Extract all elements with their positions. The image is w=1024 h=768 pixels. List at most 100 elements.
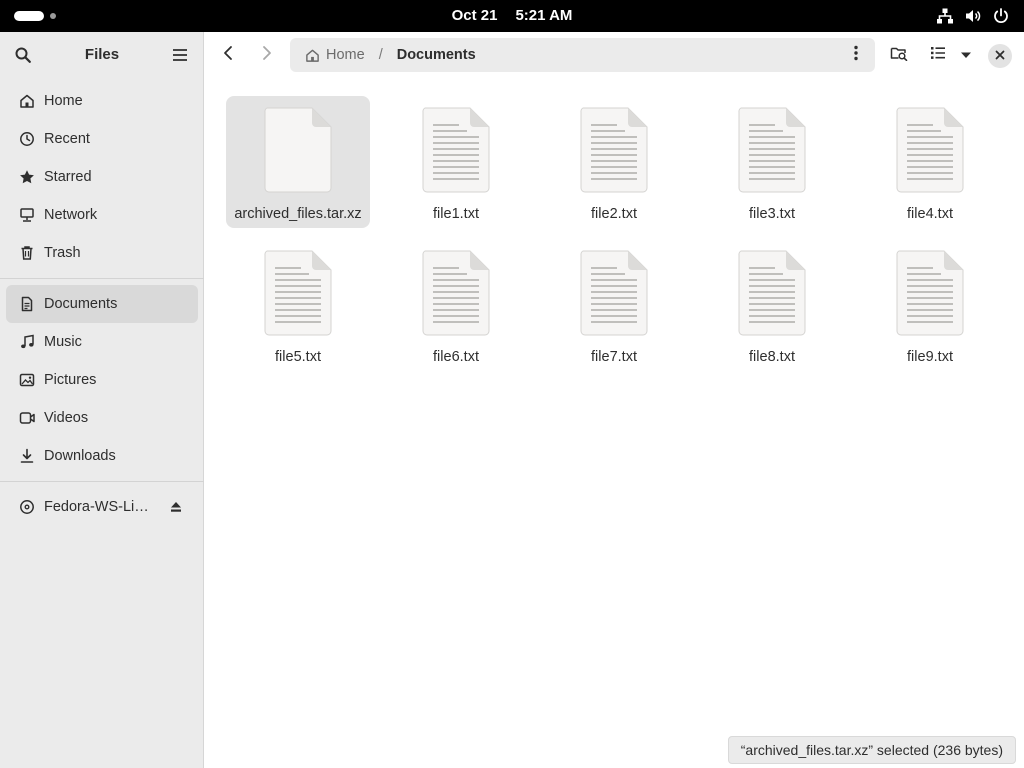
hamburger-menu-icon[interactable]	[169, 44, 191, 66]
selection-status: “archived_files.tar.xz” selected (236 by…	[727, 736, 1016, 764]
app-title: Files	[84, 46, 120, 63]
file-name: file4.txt	[907, 206, 953, 222]
sidebar-item-label: Recent	[44, 131, 90, 147]
file-grid: archived_files.tar.xz file1.txt file2.tx…	[226, 96, 1002, 371]
sidebar-item-label: Fedora-WS-Li…	[44, 499, 149, 515]
file-item[interactable]: archived_files.tar.xz	[226, 96, 370, 228]
sidebar-item-starred[interactable]: Starred	[6, 158, 198, 196]
file-name: file8.txt	[749, 349, 795, 365]
sidebar-item-label: Trash	[44, 245, 81, 261]
home-icon	[304, 47, 320, 63]
breadcrumb-home[interactable]: Home	[304, 47, 365, 63]
sidebar-separator	[0, 278, 204, 279]
pictures-icon	[18, 371, 36, 389]
downloads-icon	[18, 447, 36, 465]
file-item[interactable]: file9.txt	[858, 239, 1002, 371]
star-icon	[18, 168, 36, 186]
file-name: file9.txt	[907, 349, 953, 365]
sidebar-item-label: Starred	[44, 169, 92, 185]
path-menu-button[interactable]	[845, 43, 867, 67]
documents-icon	[18, 295, 36, 313]
sidebar-item-label: Home	[44, 93, 83, 109]
view-options-button[interactable]	[957, 42, 975, 68]
system-tray[interactable]	[936, 6, 1010, 26]
view-list-button[interactable]	[928, 42, 948, 68]
sidebar-item-label: Downloads	[44, 448, 116, 464]
text-file-icon	[738, 107, 806, 193]
network-icon[interactable]	[936, 7, 954, 25]
eject-icon[interactable]	[168, 499, 184, 515]
breadcrumb-current[interactable]: Documents	[397, 47, 476, 63]
sidebar-item-music[interactable]: Music	[6, 323, 198, 361]
file-item[interactable]: file4.txt	[858, 96, 1002, 228]
file-item[interactable]: file3.txt	[700, 96, 844, 228]
text-file-icon	[264, 250, 332, 336]
search-icon[interactable]	[12, 44, 34, 66]
file-item[interactable]: file6.txt	[384, 239, 528, 371]
sidebar-item-label: Network	[44, 207, 98, 223]
file-item[interactable]: file1.txt	[384, 96, 528, 228]
file-name: file7.txt	[591, 349, 637, 365]
text-file-icon	[422, 250, 490, 336]
clock-time[interactable]: 5:21 AM	[515, 7, 572, 24]
file-name: file3.txt	[749, 206, 795, 222]
top-bar: Oct 21 5:21 AM	[0, 0, 1024, 32]
back-button[interactable]	[214, 42, 242, 68]
file-name: file2.txt	[591, 206, 637, 222]
close-icon	[995, 47, 1005, 65]
clock-icon	[18, 130, 36, 148]
file-item[interactable]: file7.txt	[542, 239, 686, 371]
sidebar-item-fedora-ws-live[interactable]: Fedora-WS-Li…	[6, 488, 198, 526]
videos-icon	[18, 409, 36, 427]
volume-icon[interactable]	[964, 7, 982, 25]
sidebar-item-documents[interactable]: Documents	[6, 285, 198, 323]
disc-icon	[18, 498, 36, 516]
chevron-down-icon	[960, 46, 972, 64]
sidebar-item-label: Documents	[44, 296, 118, 312]
sidebar-item-pictures[interactable]: Pictures	[6, 361, 198, 399]
vertical-dots-icon	[854, 45, 858, 66]
sidebar-item-trash[interactable]: Trash	[6, 234, 198, 272]
network-icon	[18, 206, 36, 224]
folder-search-icon	[890, 45, 908, 66]
sidebar-list: Home Recent Starred Network Trash Docume…	[0, 82, 204, 526]
sidebar-item-downloads[interactable]: Downloads	[6, 437, 198, 475]
forward-button[interactable]	[253, 42, 281, 68]
file-name: file1.txt	[433, 206, 479, 222]
workspace-active-pill	[14, 11, 44, 21]
workspace-dot	[50, 13, 56, 19]
sidebar: Files Home Recent Starred Network Trash	[0, 32, 204, 768]
sidebar-item-label: Pictures	[44, 372, 97, 388]
file-item[interactable]: file2.txt	[542, 96, 686, 228]
header-bar: Home / Documents	[204, 32, 1024, 78]
sidebar-item-network[interactable]: Network	[6, 196, 198, 234]
clock-date[interactable]: Oct 21	[452, 7, 498, 24]
file-view[interactable]: archived_files.tar.xz file1.txt file2.tx…	[204, 78, 1024, 768]
close-button[interactable]	[988, 44, 1012, 68]
sidebar-item-label: Videos	[44, 410, 89, 426]
sidebar-item-label: Music	[44, 334, 82, 350]
sidebar-separator	[0, 481, 204, 482]
sidebar-item-videos[interactable]: Videos	[6, 399, 198, 437]
path-bar: Home / Documents	[290, 38, 875, 72]
list-view-icon	[930, 46, 946, 65]
archive-file-icon	[264, 107, 332, 193]
power-icon[interactable]	[992, 7, 1010, 25]
sidebar-header: Files	[0, 32, 203, 78]
sidebar-item-home[interactable]: Home	[6, 82, 198, 120]
file-name: archived_files.tar.xz	[234, 206, 362, 222]
file-name: file5.txt	[275, 349, 321, 365]
chevron-left-icon	[222, 45, 234, 66]
text-file-icon	[896, 107, 964, 193]
clock: Oct 21 5:21 AM	[0, 0, 1024, 32]
file-name: file6.txt	[433, 349, 479, 365]
text-file-icon	[738, 250, 806, 336]
text-file-icon	[896, 250, 964, 336]
breadcrumb-separator: /	[378, 47, 383, 63]
file-item[interactable]: file5.txt	[226, 239, 370, 371]
file-item[interactable]: file8.txt	[700, 239, 844, 371]
breadcrumb-home-label: Home	[326, 47, 365, 63]
music-icon	[18, 333, 36, 351]
search-in-folder-button[interactable]	[886, 42, 912, 68]
sidebar-item-recent[interactable]: Recent	[6, 120, 198, 158]
